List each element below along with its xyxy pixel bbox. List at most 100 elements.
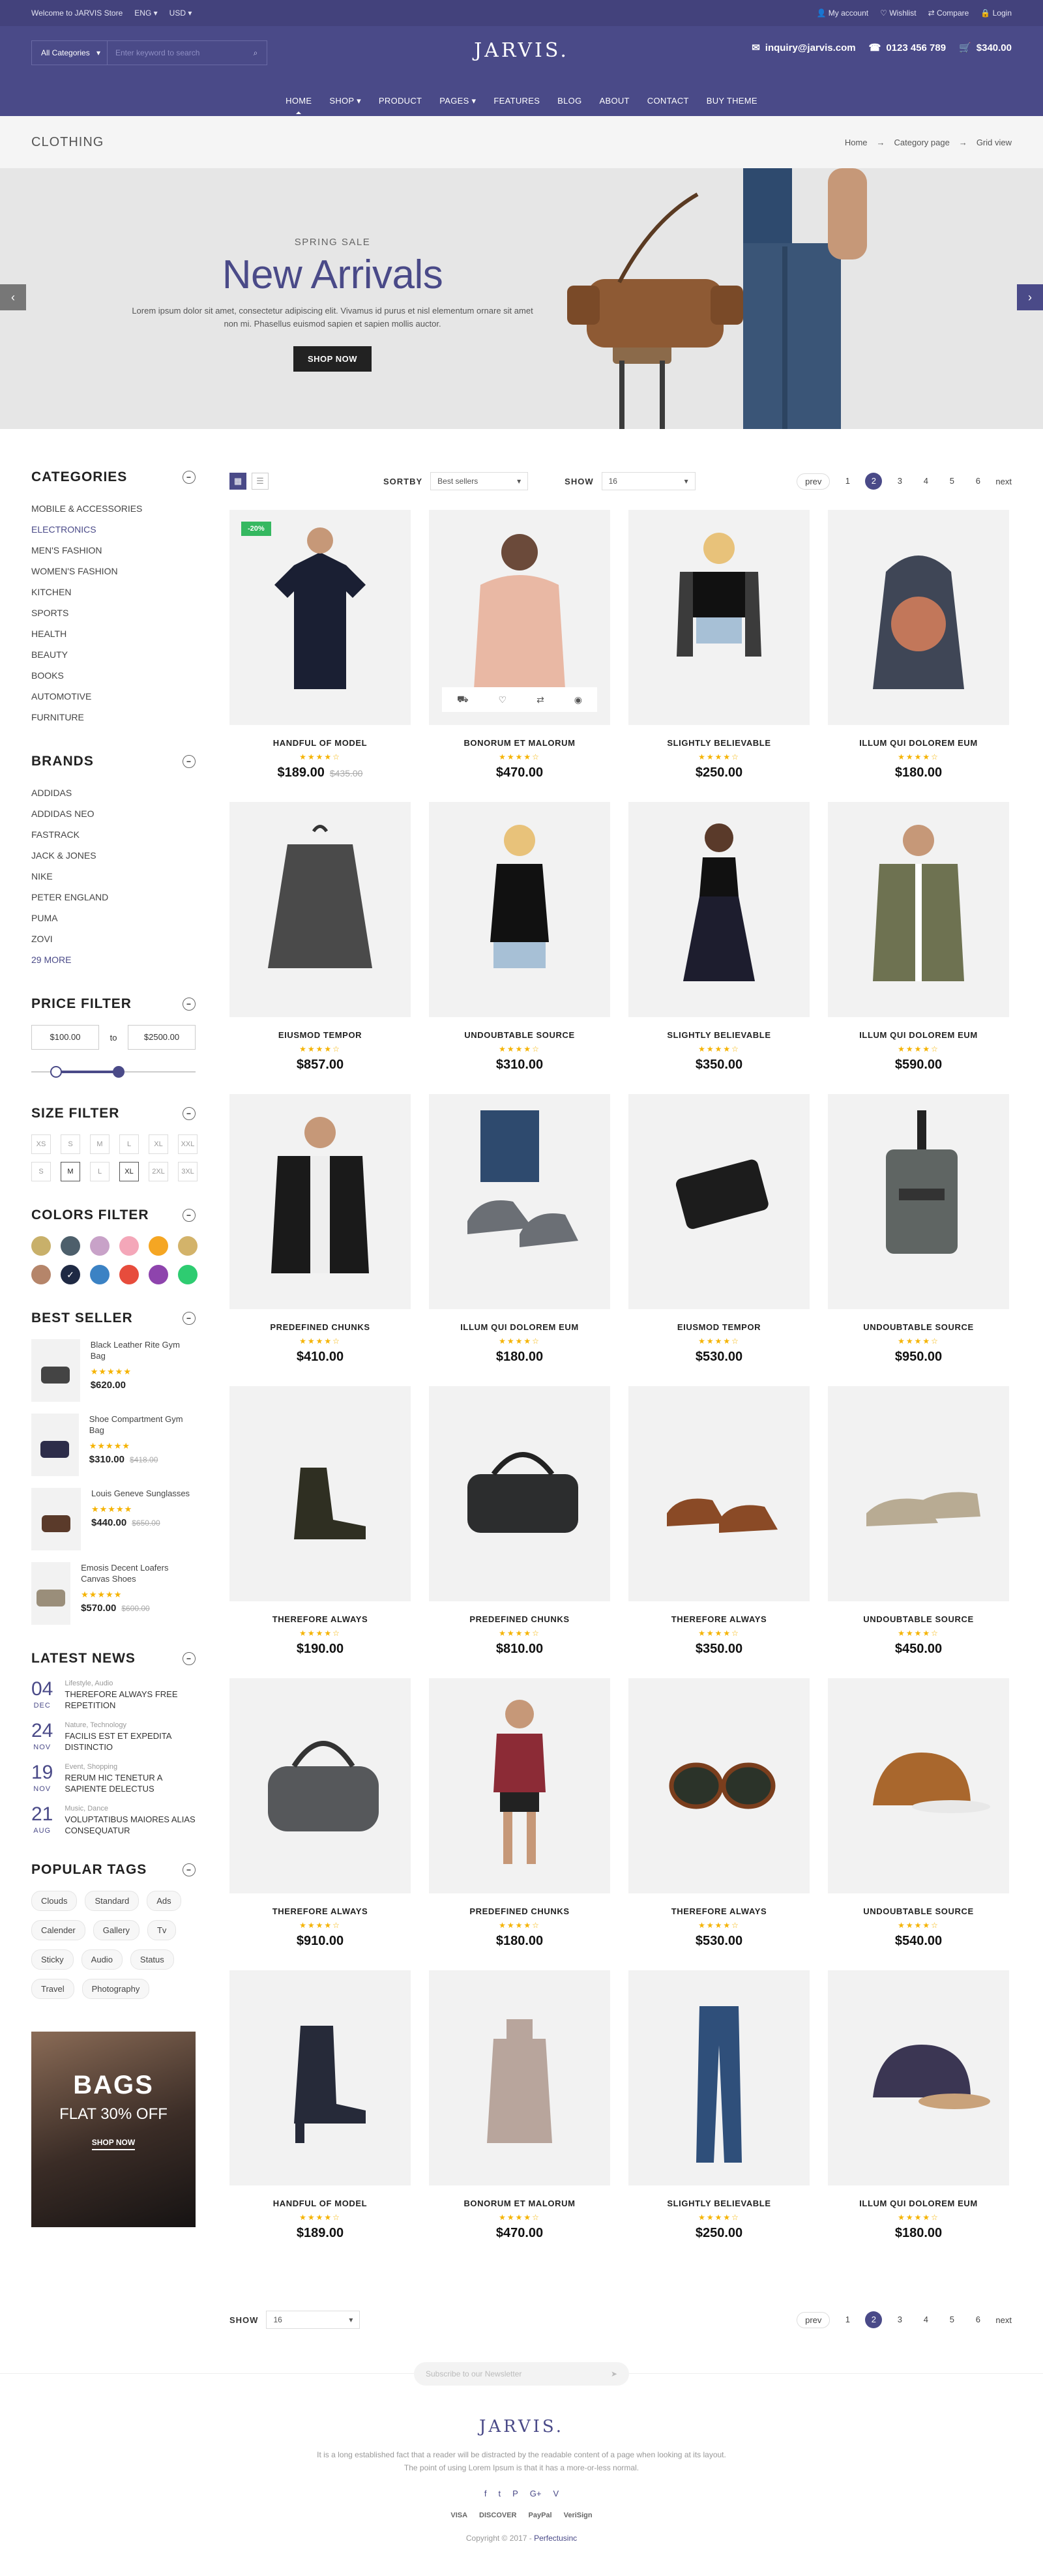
collapse-icon[interactable]: − (183, 471, 196, 484)
size-option[interactable]: S (61, 1134, 80, 1154)
google-plus-icon[interactable]: G+ (530, 2489, 542, 2498)
brand-item[interactable]: NIKE (31, 866, 196, 887)
product-name[interactable]: ILLUM QUI DOLOREM EUM (828, 2198, 1009, 2208)
news-item[interactable]: 24 NOV Nature, Technology FACILIS EST ET EX… (31, 1721, 196, 1753)
product-image[interactable] (229, 1094, 411, 1309)
brand-item[interactable]: ADDIDAS (31, 782, 196, 803)
product-name[interactable]: BONORUM ET MALORUM (429, 738, 610, 748)
nav-contact[interactable]: CONTACT (647, 88, 689, 114)
size-option[interactable]: XL (119, 1162, 139, 1181)
best-seller-item[interactable]: Emosis Decent Loafers Canvas Shoes ★★★★★ $… (31, 1562, 196, 1625)
sort-select[interactable]: Best sellers ▾ (430, 472, 529, 490)
page-1[interactable]: 1 (839, 473, 856, 490)
best-seller-name[interactable]: Louis Geneve Sunglasses (91, 1488, 190, 1499)
nav-pages[interactable]: PAGES ▾ (439, 88, 476, 114)
news-item[interactable]: 19 NOV Event, Shopping RERUM HIC TENETUR A … (31, 1763, 196, 1794)
product-image[interactable] (828, 802, 1009, 1017)
best-seller-item[interactable]: Black Leather Rite Gym Bag ★★★★★ $620.00 (31, 1339, 196, 1402)
currency-select[interactable]: USD ▾ (169, 8, 192, 18)
brand-item[interactable]: ADDIDAS NEO (31, 803, 196, 824)
newsletter-field[interactable]: Subscribe to our Newsletter ➤ (414, 2362, 629, 2386)
product-name[interactable]: UNDOUBTABLE SOURCE (429, 1030, 610, 1040)
tag-chip[interactable]: Clouds (31, 1891, 78, 1911)
cart-button[interactable]: 🛒 $340.00 (959, 42, 1012, 54)
size-option[interactable]: M (90, 1134, 110, 1154)
shop-now-button[interactable]: SHOP NOW (293, 346, 372, 372)
product-image[interactable] (429, 1386, 610, 1601)
slider-prev-icon[interactable]: ‹ (0, 284, 26, 310)
product-image[interactable] (429, 1970, 610, 2185)
compare-link[interactable]: ⇄ Compare (928, 8, 969, 18)
best-seller-name[interactable]: Black Leather Rite Gym Bag (91, 1339, 196, 1361)
product-card[interactable]: ILLUM QUI DOLOREM EUM ★★★★☆ $180.00 (828, 1970, 1009, 2262)
brand-item[interactable]: 29 MORE (31, 949, 196, 970)
prev-page-button[interactable]: prev (797, 2311, 830, 2328)
news-title[interactable]: THEREFORE ALWAYS FREE REPETITION (65, 1689, 196, 1711)
vimeo-icon[interactable]: V (553, 2489, 559, 2498)
product-image[interactable] (828, 1678, 1009, 1893)
breadcrumb-category[interactable]: Category page (894, 138, 950, 147)
page-1[interactable]: 1 (839, 2311, 856, 2328)
product-image[interactable] (229, 1678, 411, 1893)
tag-chip[interactable]: Audio (81, 1949, 123, 1970)
product-card[interactable]: UNDOUBTABLE SOURCE ★★★★☆ $450.00 (828, 1386, 1009, 1678)
product-image[interactable] (828, 1094, 1009, 1309)
page-6[interactable]: 6 (969, 473, 986, 490)
product-image[interactable]: ⛟ ♡ ⇄ ◉ (429, 510, 610, 725)
best-seller-item[interactable]: Louis Geneve Sunglasses ★★★★★ $440.00 $650.… (31, 1488, 196, 1550)
facebook-icon[interactable]: f (484, 2489, 487, 2498)
product-name[interactable]: THEREFORE ALWAYS (229, 1614, 411, 1624)
nav-buy-theme[interactable]: BUY THEME (707, 88, 757, 114)
product-card[interactable]: ILLUM QUI DOLOREM EUM ★★★★☆ $180.00 (828, 510, 1009, 802)
tag-chip[interactable]: Standard (85, 1891, 140, 1911)
best-seller-item[interactable]: Shoe Compartment Gym Bag ★★★★★ $310.00 $418… (31, 1414, 196, 1476)
nav-shop[interactable]: SHOP ▾ (329, 88, 361, 114)
category-item[interactable]: WOMEN'S FASHION (31, 561, 196, 582)
product-thumbnail[interactable] (31, 1488, 81, 1550)
page-5[interactable]: 5 (943, 2311, 960, 2328)
product-card[interactable]: UNDOUBTABLE SOURCE ★★★★☆ $540.00 (828, 1678, 1009, 1970)
size-option[interactable]: L (90, 1162, 110, 1181)
show-select[interactable]: 16 ▾ (266, 2311, 360, 2329)
category-item[interactable]: BEAUTY (31, 644, 196, 665)
product-name[interactable]: THEREFORE ALWAYS (229, 1906, 411, 1916)
page-2[interactable]: 2 (865, 2311, 883, 2328)
product-name[interactable]: PREDEFINED CHUNKS (429, 1614, 610, 1624)
send-icon[interactable]: ➤ (611, 2369, 617, 2378)
product-image[interactable] (429, 1094, 610, 1309)
product-name[interactable]: PREDEFINED CHUNKS (429, 1906, 610, 1916)
page-4[interactable]: 4 (917, 473, 934, 490)
email-contact[interactable]: ✉ inquiry@jarvis.com (752, 42, 855, 54)
product-name[interactable]: UNDOUBTABLE SOURCE (828, 1614, 1009, 1624)
product-name[interactable]: ILLUM QUI DOLOREM EUM (828, 738, 1009, 748)
collapse-icon[interactable]: − (183, 1209, 196, 1222)
product-name[interactable]: BONORUM ET MALORUM (429, 2198, 610, 2208)
brand-item[interactable]: ZOVI (31, 928, 196, 949)
collapse-icon[interactable]: − (183, 998, 196, 1011)
category-item[interactable]: MEN'S FASHION (31, 540, 196, 561)
list-view-icon[interactable]: ☰ (252, 473, 269, 490)
language-select[interactable]: ENG ▾ (134, 8, 157, 18)
product-image[interactable] (628, 1970, 810, 2185)
show-select[interactable]: 16 ▾ (601, 472, 696, 490)
tag-chip[interactable]: Gallery (93, 1920, 140, 1940)
banner-shop-now-link[interactable]: SHOP NOW (91, 2138, 136, 2150)
tag-chip[interactable]: Sticky (31, 1949, 74, 1970)
footer-logo[interactable]: JARVIS. (0, 2417, 1043, 2436)
slider-max-handle[interactable] (112, 1066, 125, 1078)
product-card[interactable]: THEREFORE ALWAYS ★★★★☆ $190.00 (229, 1386, 411, 1678)
size-option[interactable]: M (61, 1162, 80, 1181)
tag-chip[interactable]: Status (130, 1949, 174, 1970)
bags-promo-banner[interactable]: BAGS FLAT 30% OFF SHOP NOW (31, 2032, 196, 2227)
eye-icon[interactable]: ◉ (574, 694, 582, 705)
category-item[interactable]: HEALTH (31, 623, 196, 644)
product-image[interactable]: -20% (229, 510, 411, 725)
product-image[interactable] (828, 1386, 1009, 1601)
color-swatch[interactable] (119, 1236, 139, 1256)
page-5[interactable]: 5 (943, 473, 960, 490)
page-4[interactable]: 4 (917, 2311, 934, 2328)
product-card[interactable]: ILLUM QUI DOLOREM EUM ★★★★☆ $180.00 (429, 1094, 610, 1386)
product-thumbnail[interactable] (31, 1414, 79, 1476)
page-2[interactable]: 2 (865, 473, 883, 490)
category-item[interactable]: BOOKS (31, 665, 196, 686)
